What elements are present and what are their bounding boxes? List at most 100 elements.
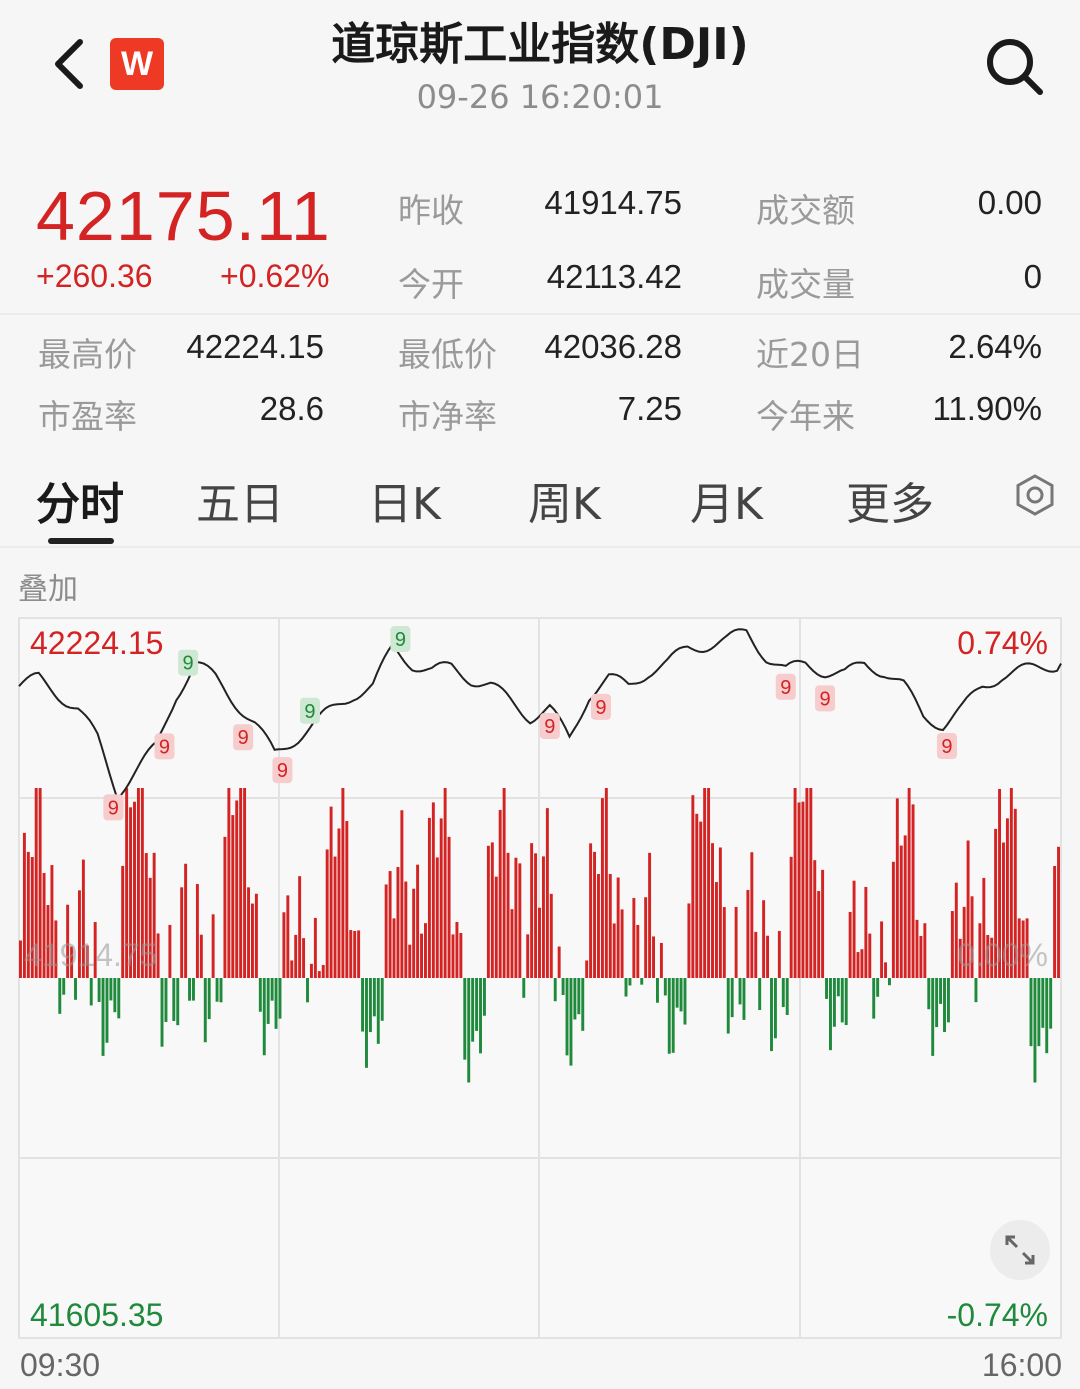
volume-bar xyxy=(168,924,172,978)
nine-marker-label: 9 xyxy=(277,760,288,782)
volume-bar xyxy=(825,978,829,999)
volume-bar xyxy=(829,978,832,1051)
volume-bar xyxy=(199,934,203,978)
volume-bar xyxy=(188,978,192,1001)
volume-bar xyxy=(935,978,939,1028)
nine-marker-label: 9 xyxy=(183,653,194,675)
volume-bar xyxy=(927,978,931,1010)
settings-icon[interactable] xyxy=(1014,474,1056,516)
tab-daily-k[interactable]: 日K xyxy=(368,468,441,532)
tab-five-day[interactable]: 五日 xyxy=(196,468,284,532)
volume-bar xyxy=(671,978,675,1053)
volume-bar xyxy=(526,934,530,978)
volume-bar xyxy=(880,921,884,978)
volume-bar xyxy=(675,978,679,1008)
volume-bar xyxy=(659,942,663,978)
volume-bar xyxy=(195,884,199,978)
volume-bar xyxy=(247,887,250,978)
stat-label-low: 最低价 xyxy=(398,335,497,374)
volume-bar xyxy=(604,788,608,978)
volume-bar xyxy=(506,852,510,978)
volume-bar xyxy=(258,978,262,1012)
nine-marker-label: 9 xyxy=(820,688,831,710)
volume-bar xyxy=(89,978,93,1006)
volume-bar xyxy=(950,911,954,978)
volume-bar xyxy=(600,798,604,978)
volume-bar xyxy=(907,788,911,978)
stat-value-pe: 28.6 xyxy=(259,390,324,427)
volume-bar xyxy=(471,978,475,1042)
volume-bar xyxy=(270,978,274,1001)
volume-bar xyxy=(172,978,176,1021)
volume-bar xyxy=(290,960,294,978)
volume-bar xyxy=(109,978,113,1001)
volume-bar xyxy=(365,978,368,1068)
volume-bar xyxy=(742,978,746,1020)
volume-bar xyxy=(789,856,793,978)
volume-bar xyxy=(899,845,903,978)
overlay-button[interactable]: 叠加 xyxy=(18,564,78,608)
tab-more[interactable]: 更多 xyxy=(846,468,934,532)
volume-bar xyxy=(538,907,541,978)
volume-bar xyxy=(856,952,860,978)
volume-bar xyxy=(805,788,809,978)
volume-bar xyxy=(420,933,424,978)
volume-bar xyxy=(593,851,597,978)
volume-bar xyxy=(581,978,585,1031)
pct-mid-label: 0.00% xyxy=(957,937,1048,973)
volume-bar xyxy=(62,978,66,995)
volume-bar xyxy=(514,857,518,978)
volume-bar xyxy=(333,856,337,978)
y-mid-label: 41914.75 xyxy=(24,937,157,973)
expand-icon[interactable] xyxy=(990,1220,1050,1280)
volume-bar xyxy=(160,978,164,1047)
volume-bar xyxy=(640,978,644,985)
volume-bar xyxy=(329,806,333,978)
volume-bar xyxy=(561,978,565,996)
volume-bar xyxy=(648,852,652,978)
volume-bar xyxy=(923,923,927,978)
volume-bar xyxy=(1053,865,1057,978)
volume-bar xyxy=(58,978,62,1014)
search-icon[interactable] xyxy=(982,34,1046,98)
price-change-pct: +0.62% xyxy=(220,258,330,294)
volume-bar xyxy=(203,978,207,1043)
volume-bar xyxy=(644,897,648,978)
volume-bar xyxy=(227,788,231,978)
volume-bar xyxy=(589,843,593,978)
volume-bar xyxy=(282,912,286,978)
volume-bar xyxy=(184,863,188,978)
volume-bar xyxy=(663,978,667,996)
volume-bar xyxy=(652,936,655,978)
volume-bar xyxy=(620,909,624,978)
volume-bar xyxy=(939,978,943,1004)
tab-weekly-k[interactable]: 周K xyxy=(528,468,601,532)
stat-value-open: 42113.42 xyxy=(546,258,682,295)
volume-bar xyxy=(416,864,420,978)
volume-bar xyxy=(113,978,117,1013)
intraday-chart[interactable]: 9 9 9 9 9 9 9 9 9 9 9 9 42224.15 0.74% 41914.75 0.0… xyxy=(0,610,1080,1389)
volume-bar xyxy=(703,788,707,978)
volume-bar xyxy=(714,882,718,978)
volume-bar xyxy=(482,978,486,1016)
x-start-label: 09:30 xyxy=(20,1347,100,1383)
volume-bar xyxy=(801,801,805,978)
back-arrow-icon[interactable] xyxy=(40,34,96,94)
tab-monthly-k[interactable]: 月K xyxy=(690,468,763,532)
volume-bar xyxy=(884,962,887,978)
stat-label-high: 最高价 xyxy=(38,335,137,374)
volume-bar xyxy=(573,978,577,1020)
volume-bar xyxy=(502,788,506,978)
volume-bar xyxy=(223,836,227,978)
volume-bar xyxy=(695,813,699,978)
volume-bar xyxy=(498,809,502,978)
tab-intraday[interactable]: 分时 xyxy=(36,468,124,532)
volume-bar xyxy=(117,978,121,1019)
volume-bar xyxy=(832,978,836,1027)
nine-marker-label: 9 xyxy=(544,716,555,738)
volume-bar xyxy=(557,946,561,978)
volume-bar xyxy=(231,815,235,978)
volume-bar xyxy=(451,934,455,978)
volume-bar xyxy=(762,900,766,978)
volume-bar xyxy=(636,924,640,978)
